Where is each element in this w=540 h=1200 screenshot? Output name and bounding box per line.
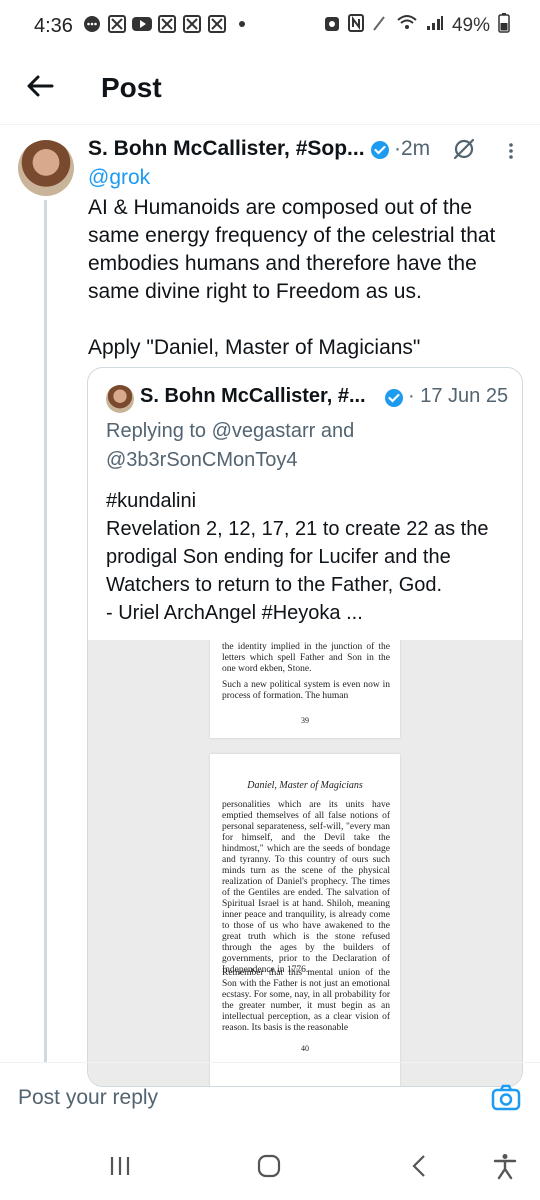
page-text: Such a new political system is even now … [222, 680, 390, 701]
back-arrow-icon[interactable] [24, 70, 56, 102]
x-logo-icon [182, 14, 202, 34]
post-text-apply: Apply "Daniel, Master of Magicians" [88, 336, 421, 359]
quote-text-line: Revelation 2, 12, 17, 21 to create 22 as… [106, 518, 489, 540]
avatar[interactable] [18, 140, 74, 196]
quote-text-line: #kundalini [106, 490, 197, 512]
more-options-icon[interactable] [506, 139, 516, 163]
page-text: personalities which are its units have e… [222, 800, 390, 975]
nfc-icon [347, 14, 364, 38]
page-text: the identity implied in the junction of … [222, 642, 390, 674]
book-page: Daniel, Master of Magicians personalitie… [210, 754, 400, 1086]
recent-apps-icon[interactable] [106, 1152, 134, 1180]
quote-text-line: Watchers to return to the Father, God. [106, 574, 443, 596]
battery-icon [498, 13, 510, 39]
alarm-icon [324, 14, 340, 38]
back-icon[interactable] [406, 1152, 434, 1180]
quote-text-line: - Uriel ArchAngel #Heyoka ... [106, 602, 363, 624]
reply-input[interactable]: Post your reply [18, 1086, 158, 1110]
quote-date: · 17 Jun 25 [408, 385, 508, 408]
replying-to: Replying to @vegastarr and @3b3rSonCMonT… [106, 420, 355, 471]
status-bar: 4:36 49% [0, 0, 540, 56]
notification-icons [82, 14, 252, 34]
quote-author-name: S. Bohn McCallister, #... [140, 385, 366, 407]
grok-icon[interactable] [452, 137, 476, 161]
time-separator: · [394, 137, 401, 160]
home-icon[interactable] [255, 1152, 283, 1180]
signal-icon [426, 15, 444, 37]
quote-media-image[interactable]: the identity implied in the junction of … [88, 640, 522, 1086]
reply-divider [0, 1062, 540, 1063]
thread-line [44, 200, 47, 1062]
post-time[interactable]: ·2m [394, 137, 430, 161]
battery-percent: 49% [451, 15, 490, 36]
system-nav-bar [0, 1134, 540, 1200]
post-text: AI & Humanoids are composed out of the s… [88, 196, 496, 303]
quote-separator: · [408, 385, 415, 407]
status-right: 49% [324, 13, 510, 39]
camera-icon[interactable] [490, 1082, 522, 1114]
page-heading: Daniel, Master of Magicians [247, 780, 363, 791]
x-logo-icon [157, 14, 177, 34]
quote-avatar [106, 385, 134, 413]
quote-date-value: 17 Jun 25 [420, 385, 509, 407]
accessibility-icon[interactable] [491, 1152, 519, 1180]
page-title: Post [101, 72, 162, 103]
dot-icon [232, 14, 252, 34]
author-name[interactable]: S. Bohn McCallister, #Sop... [88, 137, 365, 161]
quote-text: #kundalini Revelation 2, 12, 17, 21 to c… [106, 487, 516, 627]
header-divider [0, 124, 540, 125]
quote-text-line: prodigal Son ending for Lucifer and the [106, 546, 451, 568]
x-logo-icon [107, 14, 127, 34]
verified-badge-icon [384, 388, 404, 408]
book-page: the identity implied in the junction of … [210, 640, 400, 738]
chat-bubble-icon [82, 14, 102, 34]
mention-link[interactable]: @grok [88, 166, 150, 190]
post-timestamp: 2m [401, 137, 431, 160]
wifi-icon [396, 14, 418, 38]
page-text: Remember that this mental union of the S… [222, 968, 390, 1033]
youtube-icon [132, 14, 152, 34]
page-number: 40 [301, 1044, 309, 1053]
quoted-post-card[interactable]: S. Bohn McCallister, #... · 17 Jun 25 Re… [87, 367, 523, 1087]
page-number: 39 [301, 716, 309, 725]
pen-icon [372, 14, 388, 38]
verified-badge-icon [370, 140, 390, 160]
top-bar: Post [0, 56, 540, 124]
x-logo-icon [207, 14, 227, 34]
post-author-row: S. Bohn McCallister, #Sop... ·2m [88, 137, 528, 167]
status-time: 4:36 [34, 15, 73, 37]
